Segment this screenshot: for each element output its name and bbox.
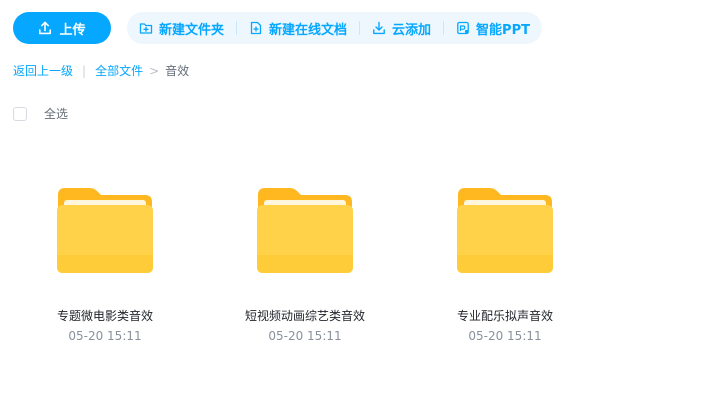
cloud-add-button[interactable]: 云添加	[372, 19, 431, 38]
divider	[236, 21, 238, 35]
folder-item[interactable]: 短视频动画综艺类音效 05-20 15:11	[215, 185, 395, 343]
new-online-doc-button[interactable]: 新建在线文档	[249, 19, 347, 38]
divider	[359, 21, 361, 35]
select-all-checkbox[interactable]	[13, 106, 27, 121]
cloud-add-label: 云添加	[392, 22, 432, 38]
divider	[443, 21, 445, 35]
select-all-label[interactable]: 全选	[44, 105, 68, 122]
new-doc-icon	[249, 21, 263, 35]
smart-ppt-label: 智能PPT	[476, 22, 530, 38]
folder-item[interactable]: 专题微电影类音效 05-20 15:11	[15, 185, 195, 343]
folder-modified-time: 05-20 15:11	[468, 329, 542, 343]
file-browser-page: 上传 新建文件夹 新建在线文档 云添加 智能PPT 返回上一级 | 全部文件 >…	[0, 0, 704, 418]
select-all-row: 全选	[13, 105, 68, 122]
cloud-download-icon	[372, 21, 386, 35]
all-files-link[interactable]: 全部文件	[95, 62, 143, 79]
breadcrumb-arrow-icon: >	[149, 63, 160, 78]
folder-icon	[257, 188, 353, 273]
folder-icon	[57, 188, 153, 273]
new-folder-icon	[139, 21, 153, 35]
folder-item[interactable]: 专业配乐拟声音效 05-20 15:11	[415, 185, 595, 343]
breadcrumb-divider: |	[82, 63, 87, 78]
folder-name[interactable]: 短视频动画综艺类音效	[245, 307, 365, 324]
breadcrumb: 返回上一级 | 全部文件 > 音效	[13, 62, 189, 79]
back-link[interactable]: 返回上一级	[13, 62, 73, 79]
folder-name[interactable]: 专业配乐拟声音效	[457, 307, 553, 324]
smart-ppt-icon	[456, 21, 470, 35]
breadcrumb-current: 音效	[165, 64, 190, 78]
new-online-doc-label: 新建在线文档	[269, 22, 348, 38]
upload-button[interactable]: 上传	[13, 12, 111, 44]
upload-label: 上传	[59, 22, 86, 38]
upload-icon	[38, 21, 52, 35]
folder-modified-time: 05-20 15:11	[268, 329, 342, 343]
smart-ppt-button[interactable]: 智能PPT	[456, 19, 530, 38]
folder-modified-time: 05-20 15:11	[68, 329, 142, 343]
folder-icon	[457, 188, 553, 273]
toolbar: 上传 新建文件夹 新建在线文档 云添加 智能PPT	[13, 12, 542, 44]
new-folder-button[interactable]: 新建文件夹	[139, 19, 224, 38]
new-folder-label: 新建文件夹	[159, 22, 225, 38]
folder-name[interactable]: 专题微电影类音效	[57, 307, 153, 324]
action-group: 新建文件夹 新建在线文档 云添加 智能PPT	[127, 12, 542, 44]
